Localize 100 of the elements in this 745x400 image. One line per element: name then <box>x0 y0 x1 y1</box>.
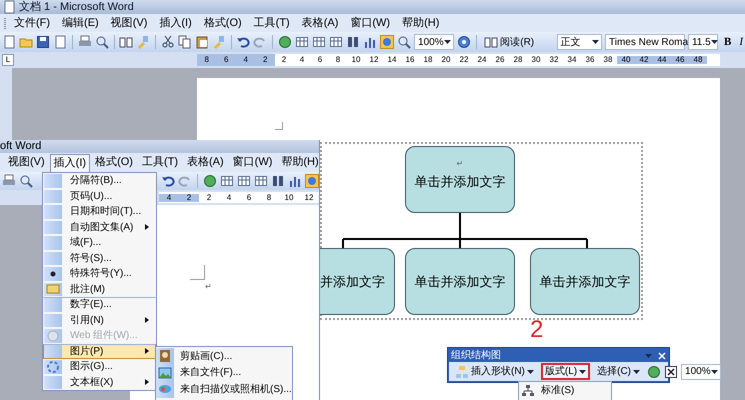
menu-item[interactable]: 分隔符(B)... <box>43 173 156 188</box>
scissors-icon[interactable] <box>160 35 175 49</box>
menu-item[interactable]: 自动图文集(A) <box>43 220 156 235</box>
ruler-number: 12 <box>304 194 314 202</box>
menu-item[interactable]: 引用(N) <box>43 312 156 328</box>
chart-icon[interactable] <box>363 35 378 49</box>
org-chart-node[interactable]: 并添加文字 <box>320 248 395 315</box>
menu-item[interactable]: 剪贴画(C)... <box>156 348 292 364</box>
dropdown-caret-icon[interactable] <box>579 370 586 374</box>
menu-item[interactable]: 文本框(X) <box>43 374 156 390</box>
toolbar-button[interactable]: 插入形状(N) <box>451 363 538 380</box>
drawing-icon[interactable] <box>305 174 319 188</box>
chart-icon[interactable] <box>288 174 302 188</box>
ruler-number: 4 <box>226 194 232 202</box>
dropdown-caret-icon[interactable] <box>710 370 718 374</box>
menu-item[interactable]: 视图(V) <box>4 154 49 172</box>
ruler-number: 20 <box>440 56 452 64</box>
org-chart-node[interactable]: 单击并添加文字 <box>530 248 640 315</box>
book-icon[interactable] <box>484 35 498 49</box>
menu-item[interactable]: 图示(G)... <box>43 359 156 374</box>
new-document-icon[interactable] <box>2 35 16 49</box>
columns-icon[interactable] <box>271 174 285 188</box>
clipboard-icon[interactable] <box>194 35 209 49</box>
menu-item[interactable]: 帮助(H) <box>277 154 323 172</box>
org-chart-node[interactable]: ↵ 单击并添加文字 <box>405 146 515 213</box>
menu-item[interactable]: 特殊符号(Y)... <box>43 266 156 282</box>
close-icon[interactable] <box>658 352 666 360</box>
toolbar-button[interactable]: 版式(L) <box>540 363 590 380</box>
book-icon[interactable] <box>119 35 134 49</box>
ruler-number: 6 <box>246 194 252 202</box>
menu-item[interactable]: 域(F)... <box>43 235 156 250</box>
bold-button[interactable]: B <box>720 34 734 50</box>
menu-item[interactable]: 工具(T) <box>138 154 182 172</box>
menu-item[interactable]: 数字(E)... <box>43 297 156 312</box>
columns-icon[interactable] <box>346 35 360 49</box>
ruler-number: 48 <box>689 56 707 64</box>
crop-mark <box>190 265 205 280</box>
menu-item[interactable]: 来自扫描仪或照相机(S)... <box>156 381 292 398</box>
sheet-icon[interactable] <box>329 35 344 49</box>
menu-item[interactable]: 来自文件(F)... <box>156 364 292 381</box>
magnifier-icon[interactable] <box>94 35 109 49</box>
grid-icon[interactable] <box>237 174 251 188</box>
undo-icon[interactable] <box>236 35 250 49</box>
zoom-combo[interactable]: 100% <box>414 34 454 50</box>
menu-item[interactable]: 表格(A) <box>183 154 228 172</box>
copy-icon[interactable] <box>178 35 192 49</box>
org-chart-node[interactable]: 单击并添加文字 <box>405 248 515 315</box>
menu-item[interactable]: 帮助(H) <box>396 18 446 28</box>
crop-mark <box>275 122 283 130</box>
table-icon[interactable] <box>295 35 310 49</box>
dropdown-caret-icon[interactable] <box>633 370 640 374</box>
menu-item[interactable]: 窗口(W) <box>228 154 276 172</box>
ruler-number: 38 <box>602 56 614 64</box>
window-title: 文档 1 - Microsoft Word <box>19 2 134 12</box>
italic-button[interactable]: I <box>737 34 745 50</box>
dropdown-caret-icon[interactable] <box>444 40 451 44</box>
undo-icon[interactable] <box>161 174 176 188</box>
size-combo[interactable]: 11.5 <box>688 34 718 50</box>
node-text: 单击并添加文字 <box>414 172 506 191</box>
zoom-combo[interactable]: 100% <box>681 364 721 380</box>
grid-icon[interactable] <box>312 35 326 49</box>
table-icon[interactable] <box>220 174 234 188</box>
style-combo[interactable]: 正文 <box>556 34 602 50</box>
menu-item[interactable]: 符号(S)... <box>43 250 156 266</box>
org-chart-frame[interactable]: ↵ 单击并添加文字 并添加文字 单击并添加文字 单击并添加文字 <box>320 142 643 320</box>
diagram-icon <box>46 360 60 374</box>
menu-item[interactable]: 图片(P) <box>43 344 156 359</box>
ruler-number: 44 <box>653 56 671 64</box>
ruler-number: 16 <box>404 56 416 64</box>
menu-item[interactable]: 视图(V) <box>104 18 154 28</box>
toolbar-button[interactable]: 选择(C) <box>593 363 644 380</box>
menu-item[interactable]: 格式(O) <box>198 18 248 28</box>
printer-icon[interactable] <box>2 174 16 188</box>
document-icon[interactable] <box>53 35 67 49</box>
menu-item[interactable]: 格式(O) <box>91 154 137 172</box>
menu-item[interactable]: 页码(U)... <box>43 188 156 204</box>
dropdown-item[interactable]: 标准(S) <box>519 382 611 399</box>
dropdown-caret-icon[interactable] <box>710 40 718 44</box>
menu-item[interactable]: 表格(A) <box>296 18 344 28</box>
dropdown-caret-icon[interactable] <box>526 370 534 374</box>
menu-item[interactable]: 窗口(W) <box>344 18 396 28</box>
read-button[interactable]: 阅读(R) <box>481 34 538 50</box>
callout-number: 2 <box>530 318 544 342</box>
paragraph-mark: ↵ <box>205 283 212 291</box>
layout-icon[interactable] <box>521 384 535 398</box>
menu-item[interactable]: 批注(M) <box>43 282 156 297</box>
sheet-icon[interactable] <box>254 174 268 188</box>
printer-icon[interactable] <box>78 35 92 49</box>
menu-item[interactable]: 文件(F) <box>8 18 56 28</box>
drawing-icon[interactable] <box>380 35 394 49</box>
ruler-number: 36 <box>584 56 596 64</box>
menu-item[interactable]: 日期和时间(T)... <box>43 204 156 220</box>
tab-selector[interactable]: L <box>2 54 14 66</box>
menu-item[interactable]: 编辑(E) <box>56 18 105 28</box>
menu-item[interactable]: 插入(I) <box>50 154 90 172</box>
menu-item[interactable]: 工具(T) <box>248 18 296 28</box>
help-icon[interactable] <box>456 35 471 49</box>
menu-item[interactable]: 插入(I) <box>153 18 198 28</box>
magnifier-icon[interactable] <box>19 174 33 188</box>
dropdown-caret-icon[interactable] <box>592 40 599 44</box>
